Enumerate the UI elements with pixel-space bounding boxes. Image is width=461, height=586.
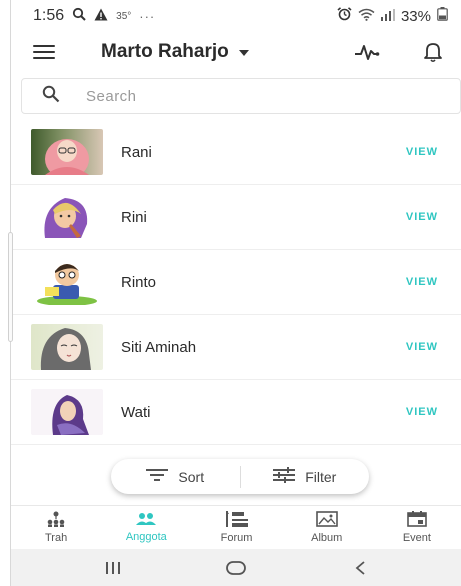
view-button[interactable]: VIEW [406,341,438,353]
sort-label: Sort [178,468,205,485]
account-switcher[interactable]: Marto Raharjo [101,41,249,63]
family-tree-icon [47,511,65,530]
battery-percentage: 33% [400,7,431,25]
view-button[interactable]: VIEW [406,211,438,223]
status-more: ··· [139,8,156,24]
bottom-navigation: Trah Anggota Forum Album Event [11,505,461,549]
album-icon [315,511,338,530]
sort-icon [146,468,169,485]
activity-pulse-icon[interactable] [354,39,380,65]
status-bar: 1:56 35° ··· 33% [11,0,461,32]
status-temperature: 35° [116,10,132,22]
view-button[interactable]: VIEW [406,146,438,158]
nav-item-trah[interactable]: Trah [11,506,101,549]
list-item[interactable]: Wati VIEW [11,380,461,445]
search-icon [42,85,60,108]
list-item[interactable]: Rani VIEW [11,120,461,185]
members-icon [135,512,157,529]
avatar [31,194,103,240]
nav-label: Anggota [125,531,167,543]
system-navigation [11,549,461,586]
avatar [31,259,103,305]
search-bar[interactable] [21,78,461,114]
back-icon[interactable] [345,556,375,580]
alarm-icon [337,7,352,25]
filter-button[interactable]: Filter [241,467,370,486]
search-input[interactable] [86,87,386,105]
signal-icon [380,8,395,25]
list-item[interactable]: Rinto VIEW [11,250,461,315]
search-status-icon [72,7,86,25]
nav-item-forum[interactable]: Forum [191,506,281,549]
view-button[interactable]: VIEW [406,406,438,418]
app-screen: 1:56 35° ··· 33% Marto Raharjo Search Ra… [10,0,461,586]
member-name: Wati [121,403,151,421]
nav-item-anggota[interactable]: Anggota [101,506,191,549]
avatar [31,389,103,435]
event-calendar-icon [407,511,427,530]
avatar [31,324,103,370]
nav-item-event[interactable]: Event [372,506,461,549]
forum-icon [224,511,248,530]
warning-icon [94,8,108,25]
nav-label: Event [402,532,431,544]
member-name: Rinto [121,273,157,291]
nav-label: Album [311,532,343,544]
list-item[interactable]: Siti Aminah VIEW [11,315,461,380]
app-bar: Marto Raharjo [11,32,461,72]
member-list: Rani VIEW Rini VIEW Rinto VIEW Siti Amin… [11,120,461,445]
view-button[interactable]: VIEW [406,276,438,288]
nav-item-album[interactable]: Album [282,506,372,549]
nav-label: Trah [44,532,68,544]
recent-apps-icon[interactable] [98,556,128,580]
menu-icon[interactable] [33,45,55,59]
chevron-down-icon [238,50,249,56]
battery-icon [437,7,448,25]
sort-button[interactable]: Sort [111,468,240,485]
list-item[interactable]: Rini VIEW [11,185,461,250]
member-name: Rini [121,208,147,226]
account-name: Marto Raharjo [101,41,229,62]
avatar [31,129,103,175]
member-name: Siti Aminah [121,338,197,356]
edge-handle[interactable] [8,232,13,342]
notification-bell-icon[interactable] [420,39,446,65]
home-icon[interactable] [221,556,251,580]
nav-label: Forum [220,532,253,544]
status-time: 1:56 [33,7,65,24]
wifi-icon [358,8,375,25]
filter-sliders-icon [273,467,296,486]
member-name: Rani [121,143,152,161]
filter-label: Filter [305,468,337,485]
sort-filter-bar: Sort Filter [111,459,369,494]
